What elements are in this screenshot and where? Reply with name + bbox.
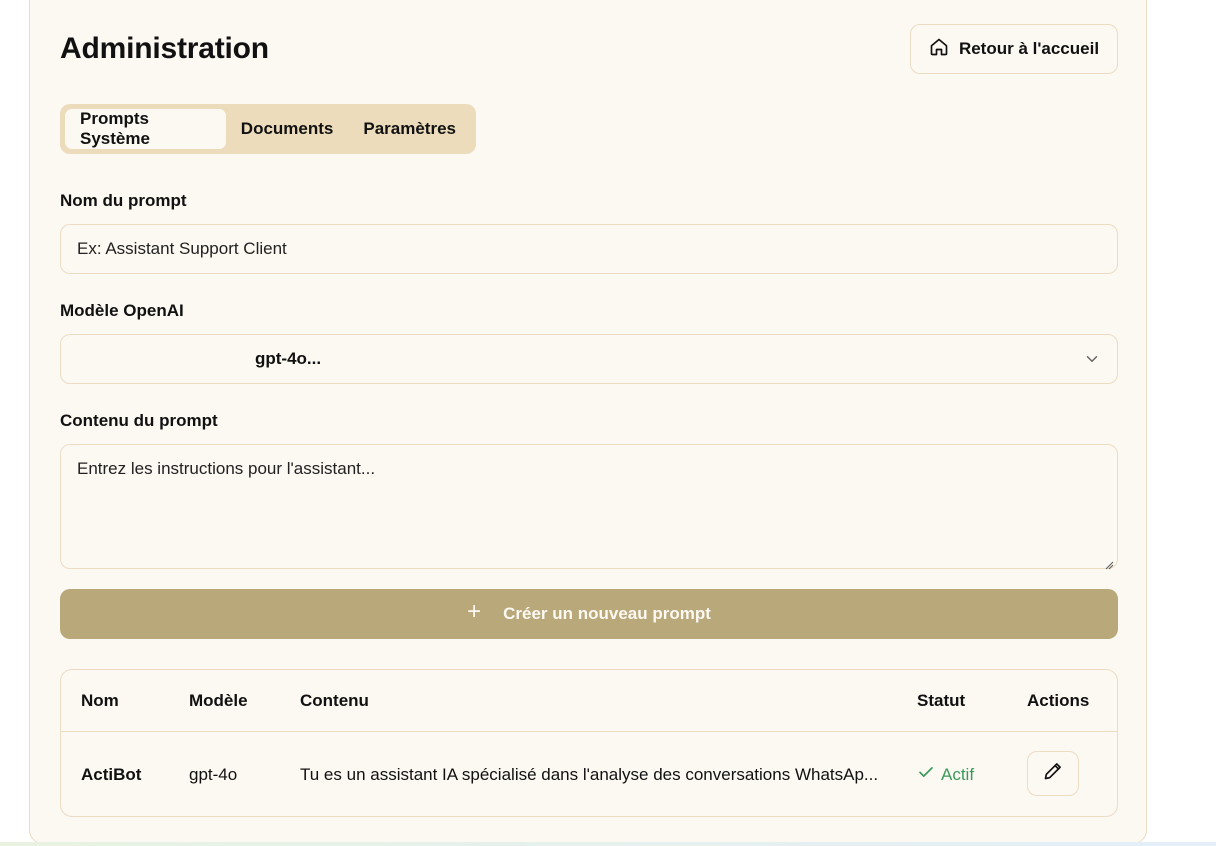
status-label: Actif [941, 764, 975, 784]
prompts-table: Nom Modèle Contenu Statut Actions ActiBo… [60, 669, 1118, 817]
edit-prompt-button[interactable] [1027, 751, 1079, 796]
home-button[interactable]: Retour à l'accueil [910, 24, 1118, 74]
column-header-statut: Statut [917, 691, 966, 710]
tab-parametres[interactable]: Paramètres [348, 109, 471, 149]
plus-icon: + [467, 598, 482, 625]
prompt-content-placeholder: Entrez les instructions pour l'assistant… [77, 459, 376, 478]
chevron-down-icon [1083, 350, 1101, 368]
column-header-contenu: Contenu [300, 691, 369, 710]
content-label: Contenu du prompt [60, 411, 218, 430]
tab-documents[interactable]: Documents [226, 109, 349, 149]
row-name: ActiBot [81, 765, 142, 784]
column-header-nom: Nom [81, 691, 119, 710]
pencil-icon [1043, 761, 1063, 786]
create-prompt-button[interactable]: + Créer un nouveau prompt [60, 589, 1118, 639]
home-button-label: Retour à l'accueil [958, 39, 1100, 58]
page-title: Administration [60, 32, 269, 65]
column-header-modele: Modèle [189, 691, 248, 710]
status-badge: Actif [917, 763, 974, 786]
resize-grip-icon[interactable] [1104, 555, 1114, 570]
column-header-actions: Actions [1027, 691, 1090, 710]
check-icon [917, 763, 935, 786]
tab-list: Prompts Système Documents Paramètres [60, 104, 476, 154]
row-content: Tu es un assistant IA spécialisé dans l'… [300, 765, 879, 784]
model-selected-value: gpt-4o... [255, 349, 322, 368]
model-label: Modèle OpenAI [60, 301, 184, 320]
table-header: Nom Modèle Contenu Statut Actions [61, 670, 1117, 732]
prompt-name-input[interactable]: Ex: Assistant Support Client [60, 224, 1118, 274]
create-prompt-label: Créer un nouveau prompt [503, 604, 711, 623]
home-icon [929, 37, 949, 62]
tab-prompts-systeme[interactable]: Prompts Système [65, 109, 226, 149]
bottom-edge [0, 842, 1216, 846]
prompt-content-textarea[interactable]: Entrez les instructions pour l'assistant… [60, 444, 1118, 570]
prompt-name-label: Nom du prompt [60, 191, 187, 210]
prompt-name-placeholder: Ex: Assistant Support Client [77, 239, 287, 258]
row-model: gpt-4o [189, 765, 238, 784]
model-select[interactable]: gpt-4o... [60, 334, 1118, 384]
